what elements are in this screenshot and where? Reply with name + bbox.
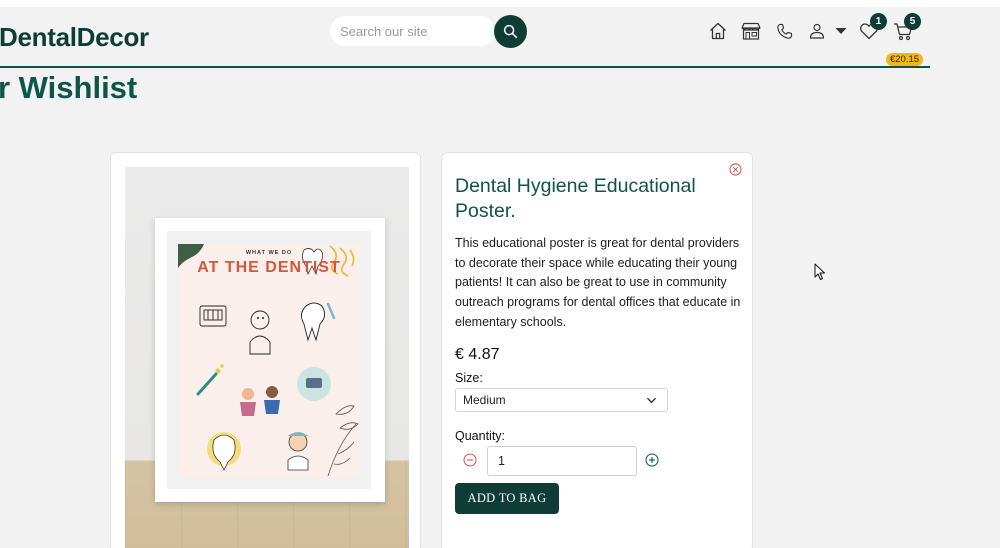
- mouse-cursor-icon: [814, 263, 825, 280]
- user-icon: [809, 23, 825, 39]
- home-link[interactable]: [706, 19, 730, 43]
- phone-link[interactable]: [772, 19, 796, 43]
- cart-total-badge: €20.15: [886, 53, 923, 66]
- quantity-increase-button[interactable]: [645, 453, 659, 467]
- store-link[interactable]: [739, 19, 763, 43]
- quantity-input[interactable]: [487, 446, 637, 476]
- wishlist-count-badge: 1: [870, 13, 887, 30]
- poster-heading: AT THE DENTIST: [197, 259, 341, 276]
- home-icon: [710, 22, 726, 40]
- brand-logo[interactable]: DentalDecor: [0, 22, 149, 53]
- account-dropdown[interactable]: [829, 19, 853, 43]
- search-icon: [503, 24, 518, 39]
- page-title: r Wishlist: [0, 70, 138, 105]
- product-price: € 4.87: [455, 346, 500, 363]
- minus-circle-icon: [463, 453, 477, 467]
- quantity-label: Quantity:: [455, 429, 506, 443]
- product-description: This educational poster is great for den…: [455, 236, 741, 329]
- top-strip: [0, 0, 1000, 7]
- poster-subheading: WHAT WE DO: [245, 250, 293, 256]
- chevron-down-icon: [835, 28, 847, 34]
- search-button[interactable]: [494, 15, 527, 48]
- product-image[interactable]: WHAT WE DO AT THE DENTIST: [125, 167, 409, 548]
- poster-mat: WHAT WE DO AT THE DENTIST: [167, 231, 371, 489]
- size-select-value: Medium: [463, 393, 506, 407]
- product-title[interactable]: Dental Hygiene Educational Poster.: [455, 174, 740, 224]
- search-input[interactable]: [330, 16, 495, 46]
- add-to-bag-button[interactable]: ADD TO BAG: [455, 483, 559, 514]
- product-image-card: WHAT WE DO AT THE DENTIST: [110, 152, 421, 548]
- chevron-down-icon: [647, 397, 656, 404]
- quantity-decrease-button[interactable]: [463, 453, 477, 467]
- poster-artwork: WHAT WE DO AT THE DENTIST: [178, 244, 360, 477]
- cart-count-badge: 5: [904, 13, 921, 30]
- store-icon: [741, 22, 761, 40]
- size-label: Size:: [455, 371, 483, 385]
- poster-frame: WHAT WE DO AT THE DENTIST: [155, 218, 385, 502]
- phone-icon: [776, 23, 792, 39]
- size-select[interactable]: Medium: [455, 388, 668, 412]
- poster-illustration: [178, 244, 359, 477]
- plus-circle-icon: [645, 453, 659, 467]
- account-link[interactable]: [805, 19, 829, 43]
